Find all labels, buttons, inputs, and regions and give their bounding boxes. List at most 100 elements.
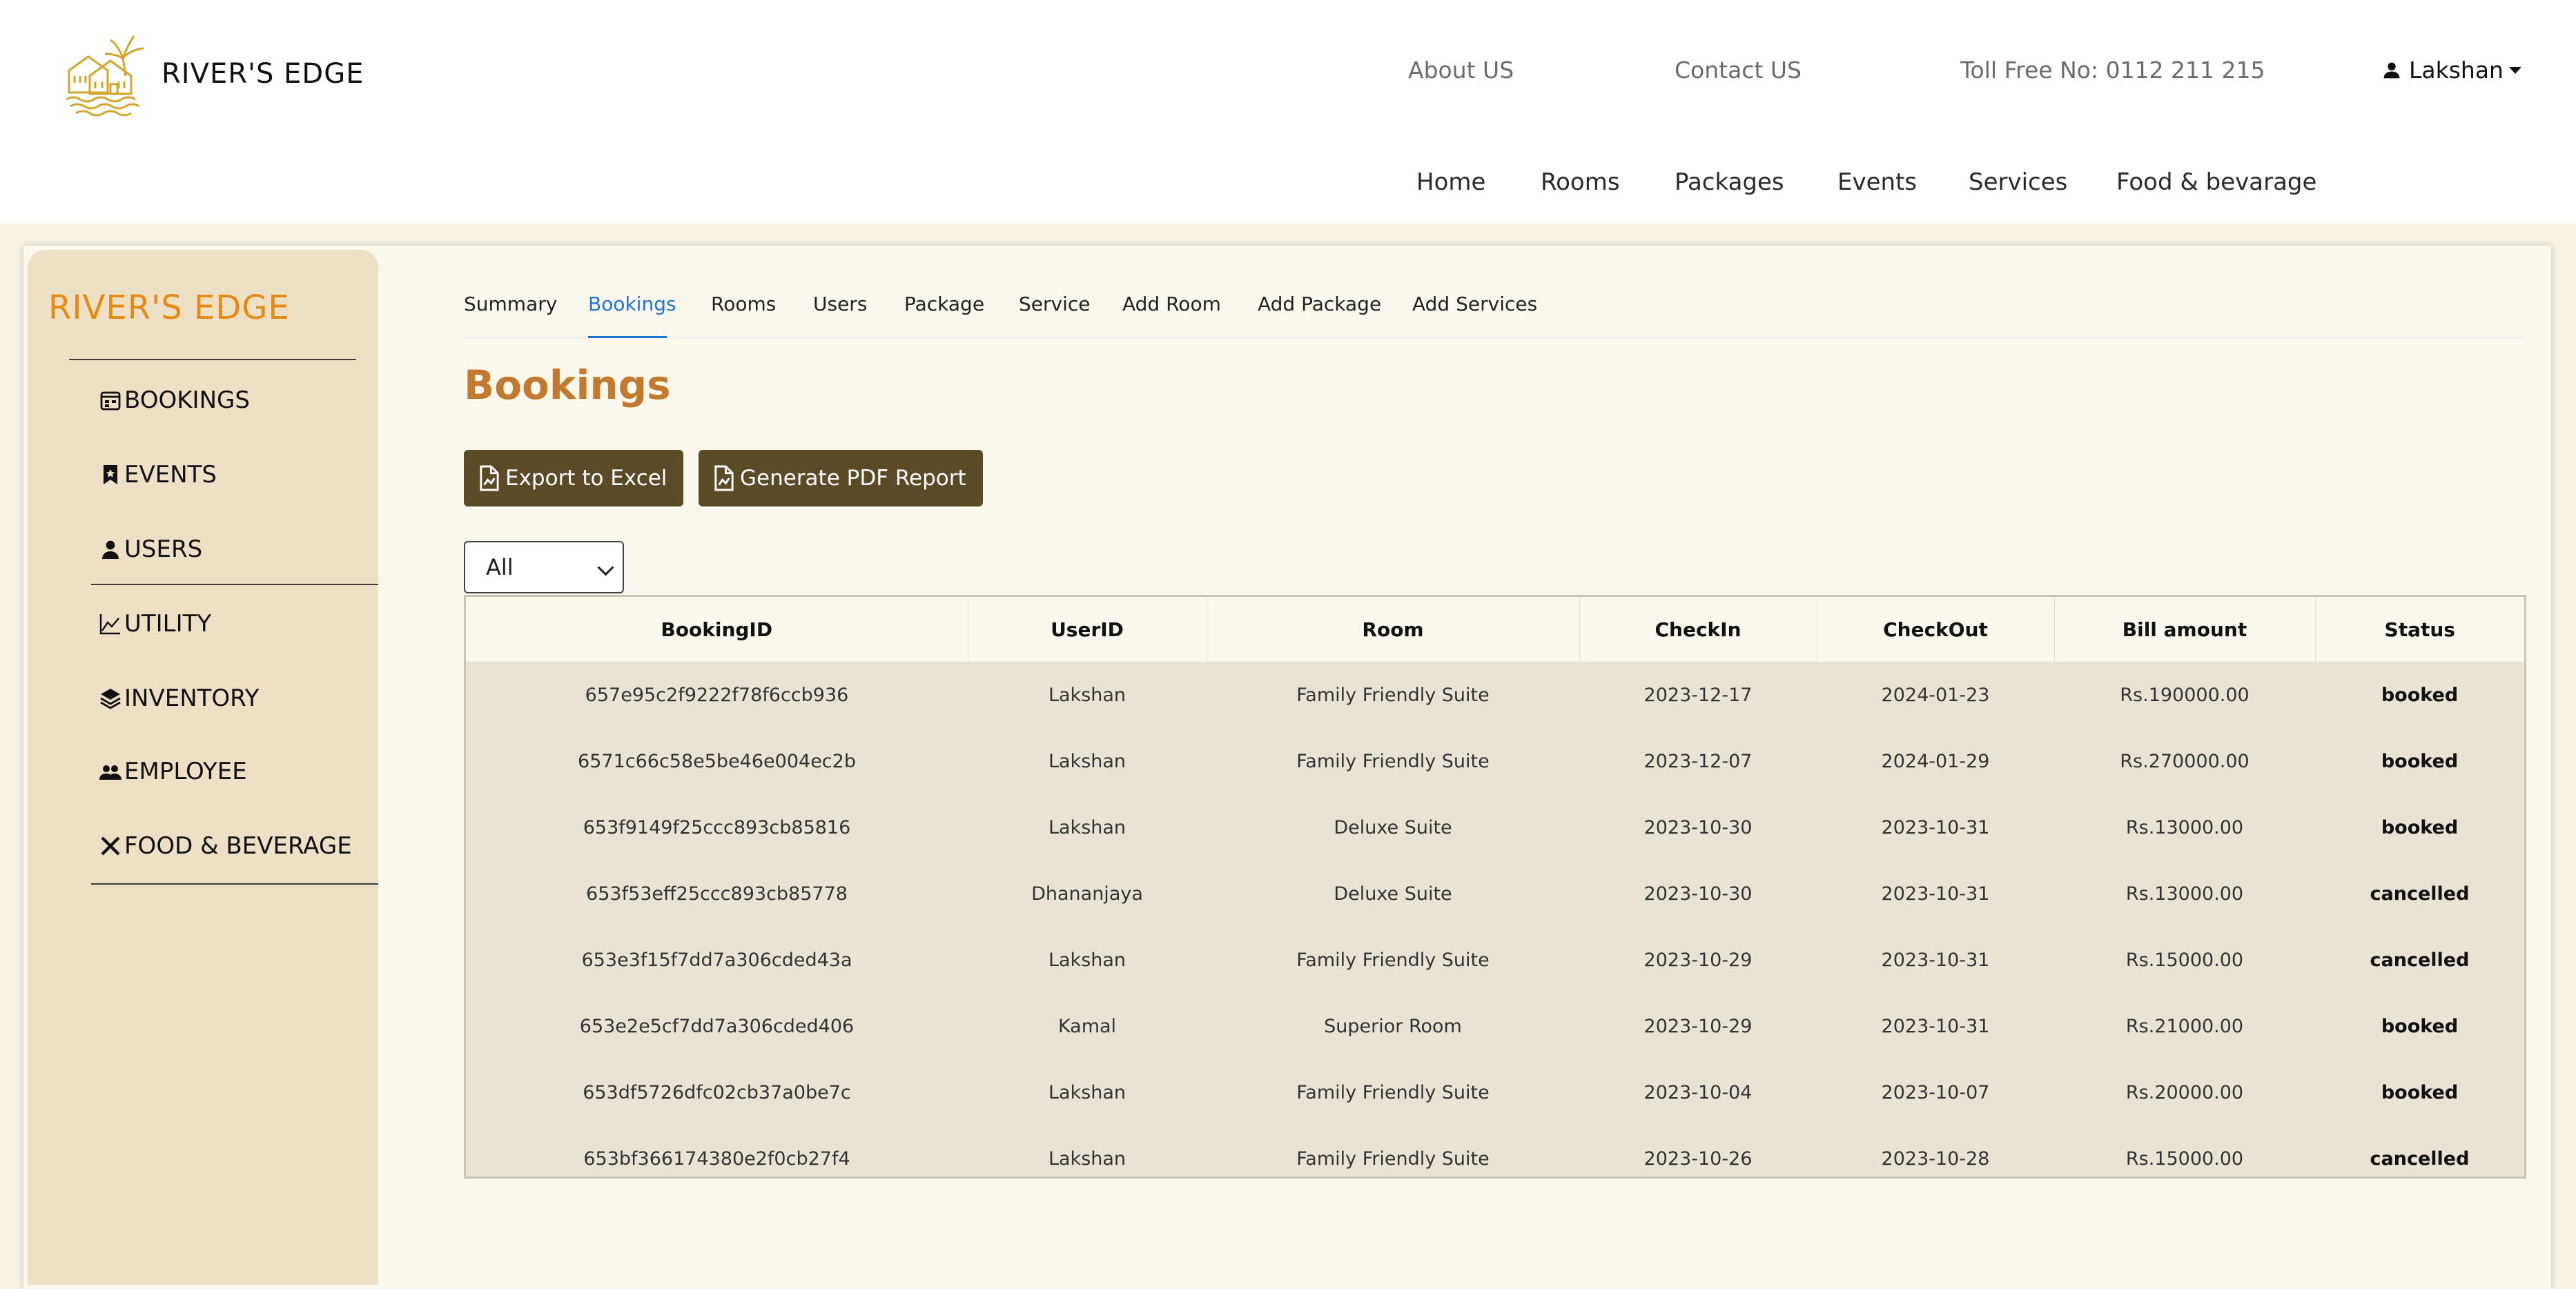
generate-pdf-label: Generate PDF Report bbox=[740, 466, 966, 491]
sidebar-item-label: UTILITY bbox=[124, 610, 212, 638]
active-tab-indicator bbox=[588, 336, 667, 338]
user-id-cell: Lakshan bbox=[1048, 750, 1126, 772]
sidebar-divider bbox=[69, 359, 356, 360]
export-excel-button[interactable]: Export to Excel bbox=[464, 450, 684, 506]
checkin-cell: 2023-12-07 bbox=[1643, 750, 1753, 772]
tab-package[interactable]: Package bbox=[904, 293, 984, 315]
status-cell: booked bbox=[2381, 684, 2459, 706]
bill-amount-cell: Rs.13000.00 bbox=[2125, 883, 2244, 905]
sidebar-item-food-beverage[interactable]: FOOD & BEVERAGE bbox=[99, 832, 352, 860]
person-icon bbox=[102, 540, 119, 559]
nav-food-beverage[interactable]: Food & bevarage bbox=[2116, 168, 2316, 196]
tab-rooms[interactable]: Rooms bbox=[711, 293, 776, 315]
table-row[interactable]: 653bf366174380e2f0cb27f4 Lakshan Family … bbox=[466, 1125, 2524, 1192]
sidebar-item-label: INVENTORY bbox=[124, 685, 260, 712]
column-header[interactable]: BookingID bbox=[466, 597, 968, 662]
status-cell: booked bbox=[2381, 1015, 2459, 1037]
checkout-cell: 2023-10-31 bbox=[1881, 816, 1990, 838]
checkin-cell: 2023-10-29 bbox=[1643, 949, 1753, 971]
status-filter-select[interactable]: All bbox=[464, 541, 624, 593]
room-cell: Family Friendly Suite bbox=[1296, 750, 1490, 772]
column-header[interactable]: Status bbox=[2315, 597, 2524, 662]
sidebar-item-bookings[interactable]: BOOKINGS bbox=[99, 386, 250, 414]
bill-amount-cell: Rs.15000.00 bbox=[2125, 1148, 2244, 1170]
sidebar-divider bbox=[91, 584, 378, 585]
checkout-cell: 2023-10-28 bbox=[1881, 1148, 1990, 1170]
nav-packages[interactable]: Packages bbox=[1675, 168, 1784, 196]
status-cell: cancelled bbox=[2370, 949, 2470, 971]
nav-services[interactable]: Services bbox=[1969, 168, 2067, 196]
booking-id-cell: 657e95c2f9222f78f6ccb936 bbox=[585, 684, 849, 706]
bill-amount-cell: Rs.20000.00 bbox=[2125, 1081, 2244, 1103]
booking-id-cell: 653f53eff25ccc893cb85778 bbox=[586, 883, 848, 905]
table-row[interactable]: 653f53eff25ccc893cb85778 Dhananjaya Delu… bbox=[466, 860, 2524, 927]
tab-add-package[interactable]: Add Package bbox=[1258, 293, 1381, 315]
table-row[interactable]: 653f9149f25ccc893cb85816 Lakshan Deluxe … bbox=[466, 794, 2524, 860]
sidebar-item-users[interactable]: USERS bbox=[99, 535, 202, 563]
sidebar-item-label: EVENTS bbox=[124, 461, 217, 489]
bill-amount-cell: Rs.15000.00 bbox=[2125, 949, 2244, 971]
utensils-icon bbox=[101, 836, 120, 856]
status-cell: cancelled bbox=[2370, 1148, 2470, 1170]
sidebar-item-inventory[interactable]: INVENTORY bbox=[99, 685, 259, 712]
top-links: About US Contact US Toll Free No: 0112 2… bbox=[0, 57, 2576, 91]
calendar-icon bbox=[100, 391, 121, 411]
column-header[interactable]: CheckOut bbox=[1817, 597, 2055, 662]
column-header[interactable]: CheckIn bbox=[1579, 597, 1817, 662]
page-title: Bookings bbox=[464, 362, 671, 409]
table-header-row: BookingID UserID Room CheckIn CheckOut B… bbox=[466, 597, 2524, 662]
user-menu[interactable]: Lakshan bbox=[2383, 57, 2521, 83]
tab-users[interactable]: Users bbox=[813, 293, 867, 315]
checkin-cell: 2023-12-17 bbox=[1643, 684, 1753, 706]
nav-home[interactable]: Home bbox=[1416, 168, 1485, 196]
user-id-cell: Dhananjaya bbox=[1031, 883, 1143, 905]
contact-us-link[interactable]: Contact US bbox=[1675, 57, 1802, 83]
sidebar-item-label: EMPLOYEE bbox=[124, 758, 247, 785]
table-row[interactable]: 653e3f15f7dd7a306cded43a Lakshan Family … bbox=[466, 927, 2524, 993]
user-id-cell: Lakshan bbox=[1048, 816, 1126, 838]
about-us-link[interactable]: About US bbox=[1408, 57, 1514, 83]
sidebar-item-events[interactable]: EVENTS bbox=[99, 461, 217, 489]
checkin-cell: 2023-10-30 bbox=[1643, 883, 1753, 905]
sidebar-item-employee[interactable]: EMPLOYEE bbox=[99, 758, 247, 785]
booking-id-cell: 653df5726dfc02cb37a0be7c bbox=[583, 1081, 851, 1103]
tab-add-services[interactable]: Add Services bbox=[1412, 293, 1537, 315]
tab-summary[interactable]: Summary bbox=[464, 293, 557, 315]
sidebar-item-label: BOOKINGS bbox=[124, 386, 250, 414]
status-cell: booked bbox=[2381, 750, 2459, 772]
checkin-cell: 2023-10-30 bbox=[1643, 816, 1753, 838]
status-cell: booked bbox=[2381, 816, 2459, 838]
table-row[interactable]: 653df5726dfc02cb37a0be7c Lakshan Family … bbox=[466, 1059, 2524, 1125]
booking-id-cell: 653bf366174380e2f0cb27f4 bbox=[583, 1148, 850, 1170]
tab-bookings[interactable]: Bookings bbox=[588, 293, 676, 315]
top-header: RIVER'S EDGE About US Contact US Toll Fr… bbox=[0, 0, 2576, 224]
status-cell: cancelled bbox=[2370, 883, 2470, 905]
bookmark-icon bbox=[104, 465, 117, 484]
sidebar-item-label: FOOD & BEVERAGE bbox=[124, 832, 352, 860]
room-cell: Superior Room bbox=[1324, 1015, 1462, 1037]
export-excel-label: Export to Excel bbox=[505, 466, 667, 491]
tab-service[interactable]: Service bbox=[1019, 293, 1090, 315]
table-row[interactable]: 653e2e5cf7dd7a306cded406 Kamal Superior … bbox=[466, 993, 2524, 1059]
layers-icon bbox=[100, 689, 121, 709]
admin-tabs: Summary Bookings Rooms Users Package Ser… bbox=[464, 290, 2524, 338]
filter-value: All bbox=[486, 554, 514, 580]
booking-id-cell: 653f9149f25ccc893cb85816 bbox=[583, 816, 851, 838]
tab-add-room[interactable]: Add Room bbox=[1122, 293, 1221, 315]
generate-pdf-button[interactable]: Generate PDF Report bbox=[699, 450, 983, 506]
column-header[interactable]: Bill amount bbox=[2054, 597, 2316, 662]
column-header[interactable]: Room bbox=[1207, 597, 1580, 662]
room-cell: Family Friendly Suite bbox=[1296, 684, 1490, 706]
user-id-cell: Lakshan bbox=[1048, 1148, 1126, 1170]
room-cell: Family Friendly Suite bbox=[1296, 949, 1490, 971]
table-row[interactable]: 6571c66c58e5be46e004ec2b Lakshan Family … bbox=[466, 728, 2524, 794]
sidebar: RIVER'S EDGE BOOKINGS EVENTS USERS UTILI… bbox=[28, 250, 378, 1285]
bill-amount-cell: Rs.270000.00 bbox=[2120, 750, 2250, 772]
nav-rooms[interactable]: Rooms bbox=[1541, 168, 1620, 196]
column-header[interactable]: UserID bbox=[968, 597, 1207, 662]
table-row[interactable]: 657e95c2f9222f78f6ccb936 Lakshan Family … bbox=[466, 662, 2524, 728]
sidebar-item-utility[interactable]: UTILITY bbox=[99, 610, 211, 638]
checkout-cell: 2023-10-31 bbox=[1881, 949, 1990, 971]
people-icon bbox=[99, 765, 121, 780]
nav-events[interactable]: Events bbox=[1837, 168, 1917, 196]
